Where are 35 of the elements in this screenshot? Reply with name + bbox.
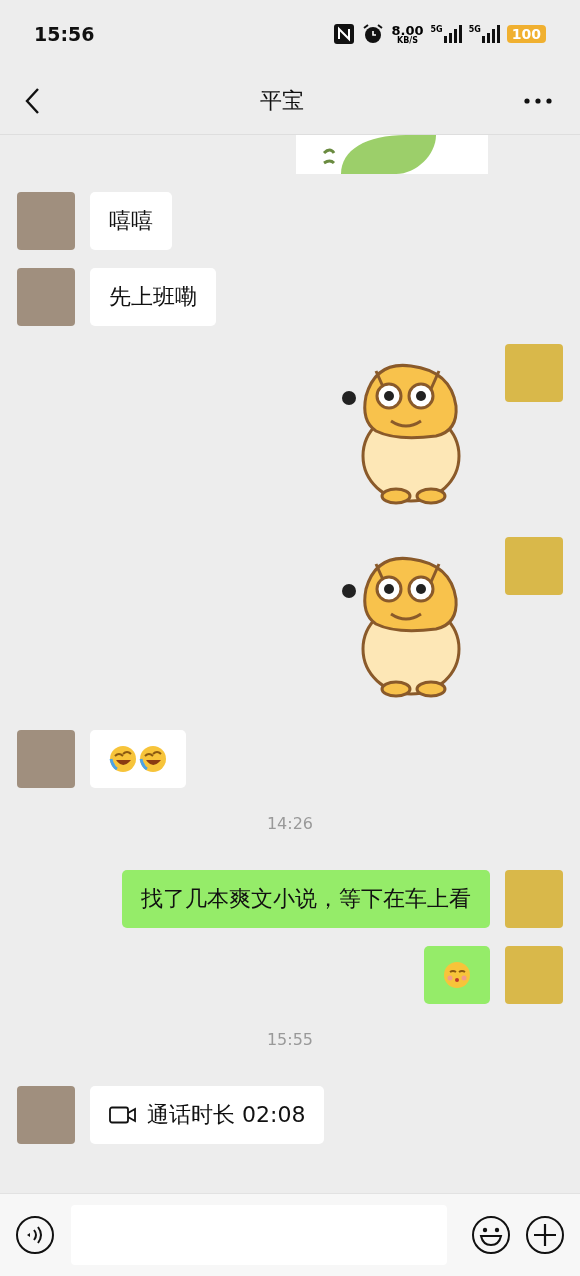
voice-icon[interactable] (15, 1215, 55, 1255)
nfc-icon (333, 23, 356, 45)
back-icon[interactable] (24, 87, 40, 115)
alarm-clock-icon (362, 23, 385, 45)
signal-icon (481, 25, 500, 43)
message-bubble: 找了几本爽文小说，等下在车上看 (122, 870, 490, 928)
network-label: 5G (468, 25, 481, 34)
more-icon[interactable] (524, 98, 552, 104)
speed-value: 8.00 (391, 23, 424, 37)
add-icon[interactable] (525, 1215, 565, 1255)
message-bubble: 嘻嘻 (90, 192, 172, 250)
avatar-photo[interactable] (17, 268, 75, 326)
speed-unit: KB/S (396, 36, 418, 45)
laughing-crying-emoji-icon (139, 745, 167, 773)
chat-title: 平宝 (260, 87, 304, 115)
avatar-photo[interactable] (17, 1086, 75, 1144)
call-bubble[interactable]: 通话时长 02:08 (90, 1086, 325, 1144)
kissing-emoji-icon (443, 961, 471, 989)
avatar-photo[interactable] (505, 537, 563, 595)
avatar-photo[interactable] (505, 870, 563, 928)
timestamp: 15:55 (266, 1030, 314, 1050)
signal-icon (443, 25, 462, 43)
avatar-photo[interactable] (17, 730, 75, 788)
timestamp: 14:26 (266, 814, 314, 834)
call-duration: 通话时长 02:08 (147, 1101, 306, 1129)
network-label: 5G (430, 25, 443, 34)
battery-level: 100 (506, 25, 546, 43)
emoji-icon[interactable] (471, 1215, 511, 1255)
avatar-photo[interactable] (505, 344, 563, 402)
laughing-crying-emoji-icon (109, 745, 137, 773)
avatar-photo[interactable] (17, 192, 75, 250)
video-camera-icon (109, 1106, 137, 1124)
avatar-photo[interactable] (505, 946, 563, 1004)
message-bubble: 先上班嘞 (90, 268, 216, 326)
status-time: 15:56 (34, 23, 95, 45)
